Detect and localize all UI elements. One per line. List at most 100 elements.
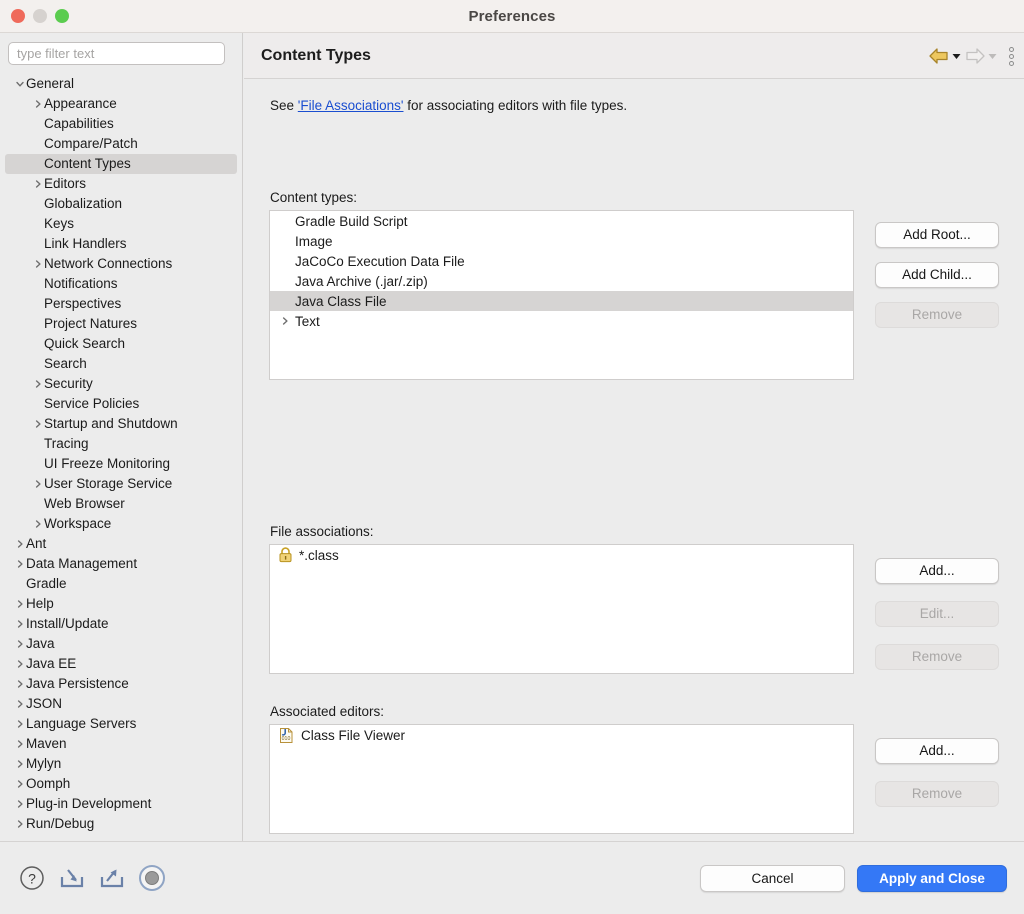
sidebar-item-gradle[interactable]: Gradle xyxy=(5,574,237,594)
apply-and-close-button[interactable]: Apply and Close xyxy=(857,864,1007,892)
chevron-right-icon[interactable] xyxy=(13,554,26,574)
sidebar-item-json[interactable]: JSON xyxy=(5,694,237,714)
sidebar-item-install-update[interactable]: Install/Update xyxy=(5,614,237,634)
zoom-button[interactable] xyxy=(55,9,69,23)
sidebar-item-user-storage-service[interactable]: User Storage Service xyxy=(5,474,237,494)
chevron-right-icon[interactable] xyxy=(13,794,26,814)
sidebar-item-notifications[interactable]: Notifications xyxy=(5,274,237,294)
chevron-right-icon[interactable] xyxy=(31,374,44,394)
sidebar-item-run-debug[interactable]: Run/Debug xyxy=(5,814,237,834)
minimize-button[interactable] xyxy=(33,9,47,23)
chevron-right-icon[interactable] xyxy=(13,654,26,674)
chevron-right-icon[interactable] xyxy=(31,514,44,534)
add-child-button[interactable]: Add Child... xyxy=(875,262,999,288)
sidebar-item-label: Globalization xyxy=(44,196,123,211)
add-button[interactable]: Add... xyxy=(875,558,999,584)
chevron-right-icon[interactable] xyxy=(13,754,26,774)
sidebar-item-mylyn[interactable]: Mylyn xyxy=(5,754,237,774)
add-root-button[interactable]: Add Root... xyxy=(875,222,999,248)
associated-editor-row[interactable]: 010 Class File Viewer xyxy=(270,725,853,745)
chevron-right-icon[interactable] xyxy=(13,694,26,714)
sidebar-item-web-browser[interactable]: Web Browser xyxy=(5,494,237,514)
back-dropdown-chevron-down-icon[interactable] xyxy=(952,53,961,60)
sidebar-item-workspace[interactable]: Workspace xyxy=(5,514,237,534)
content-type-row[interactable]: Java Class File xyxy=(270,291,853,311)
sidebar-item-search[interactable]: Search xyxy=(5,354,237,374)
sidebar-item-service-policies[interactable]: Service Policies xyxy=(5,394,237,414)
chevron-right-icon[interactable] xyxy=(13,734,26,754)
content-types-list[interactable]: Gradle Build Script Image JaCoCo Execution… xyxy=(269,210,854,380)
sidebar-item-tracing[interactable]: Tracing xyxy=(5,434,237,454)
sidebar-item-label: Keys xyxy=(44,216,75,231)
sidebar-item-editors[interactable]: Editors xyxy=(5,174,237,194)
chevron-right-icon[interactable] xyxy=(278,311,291,331)
import-icon[interactable] xyxy=(58,864,86,892)
sidebar-item-appearance[interactable]: Appearance xyxy=(5,94,237,114)
chevron-right-icon[interactable] xyxy=(31,94,44,114)
sidebar-item-general[interactable]: General xyxy=(5,74,237,94)
chevron-right-icon[interactable] xyxy=(13,714,26,734)
content-type-row[interactable]: Gradle Build Script xyxy=(270,211,853,231)
sidebar-item-security[interactable]: Security xyxy=(5,374,237,394)
sidebar-item-perspectives[interactable]: Perspectives xyxy=(5,294,237,314)
menu-dot xyxy=(1009,53,1014,59)
sidebar-item-label: Content Types xyxy=(44,156,131,171)
chevron-right-icon[interactable] xyxy=(31,414,44,434)
sidebar-item-quick-search[interactable]: Quick Search xyxy=(5,334,237,354)
chevron-down-icon[interactable] xyxy=(13,74,26,94)
sidebar-item-plug-in-development[interactable]: Plug-in Development xyxy=(5,794,237,814)
cancel-button[interactable]: Cancel xyxy=(700,864,845,892)
sidebar-item-ant[interactable]: Ant xyxy=(5,534,237,554)
sidebar-item-language-servers[interactable]: Language Servers xyxy=(5,714,237,734)
sidebar-item-oomph[interactable]: Oomph xyxy=(5,774,237,794)
sidebar-item-network-connections[interactable]: Network Connections xyxy=(5,254,237,274)
sidebar-item-label: Run/Debug xyxy=(26,816,95,831)
sidebar-item-maven[interactable]: Maven xyxy=(5,734,237,754)
content-type-row[interactable]: Java Archive (.jar/.zip) xyxy=(270,271,853,291)
add-button[interactable]: Add... xyxy=(875,738,999,764)
content-type-row[interactable]: JaCoCo Execution Data File xyxy=(270,251,853,271)
chevron-right-icon[interactable] xyxy=(13,634,26,654)
close-button[interactable] xyxy=(11,9,25,23)
back-button[interactable] xyxy=(928,47,961,65)
chevron-right-icon[interactable] xyxy=(13,534,26,554)
chevron-right-icon[interactable] xyxy=(13,614,26,634)
chevron-right-icon[interactable] xyxy=(13,774,26,794)
chevron-right-icon[interactable] xyxy=(13,674,26,694)
sidebar-item-label: Search xyxy=(44,356,87,371)
sidebar-item-project-natures[interactable]: Project Natures xyxy=(5,314,237,334)
sidebar-item-ui-freeze-monitoring[interactable]: UI Freeze Monitoring xyxy=(5,454,237,474)
search-input[interactable] xyxy=(8,42,225,65)
sidebar-item-compare-patch[interactable]: Compare/Patch xyxy=(5,134,237,154)
file-associations-list[interactable]: *.class xyxy=(269,544,854,674)
file-association-row[interactable]: *.class xyxy=(270,545,853,565)
sidebar-item-label: Data Management xyxy=(26,556,138,571)
content-type-row[interactable]: Image xyxy=(270,231,853,251)
chevron-right-icon[interactable] xyxy=(31,174,44,194)
chevron-right-icon[interactable] xyxy=(13,594,26,614)
preferences-tree: General Appearance Capabilities Compare/Pat… xyxy=(0,71,242,834)
sidebar-item-startup-and-shutdown[interactable]: Startup and Shutdown xyxy=(5,414,237,434)
sidebar-item-java[interactable]: Java xyxy=(5,634,237,654)
export-icon[interactable] xyxy=(98,864,126,892)
record-icon[interactable] xyxy=(138,864,166,892)
sidebar-item-capabilities[interactable]: Capabilities xyxy=(5,114,237,134)
sidebar-item-content-types[interactable]: Content Types xyxy=(5,154,237,174)
content-type-label: Text xyxy=(295,313,320,329)
file-associations-link[interactable]: 'File Associations' xyxy=(298,98,404,113)
sidebar-item-java-persistence[interactable]: Java Persistence xyxy=(5,674,237,694)
chevron-right-icon[interactable] xyxy=(13,814,26,834)
chevron-right-icon[interactable] xyxy=(31,474,44,494)
help-icon[interactable]: ? xyxy=(18,864,46,892)
sidebar-item-data-management[interactable]: Data Management xyxy=(5,554,237,574)
content-type-row[interactable]: Text xyxy=(270,311,853,331)
sidebar-item-globalization[interactable]: Globalization xyxy=(5,194,237,214)
sidebar-item-link-handlers[interactable]: Link Handlers xyxy=(5,234,237,254)
associated-editors-list[interactable]: 010 Class File Viewer xyxy=(269,724,854,834)
sidebar-item-keys[interactable]: Keys xyxy=(5,214,237,234)
sidebar-item-help[interactable]: Help xyxy=(5,594,237,614)
chevron-right-icon[interactable] xyxy=(31,254,44,274)
view-menu-icon[interactable] xyxy=(1009,46,1014,66)
sidebar-item-java-ee[interactable]: Java EE xyxy=(5,654,237,674)
